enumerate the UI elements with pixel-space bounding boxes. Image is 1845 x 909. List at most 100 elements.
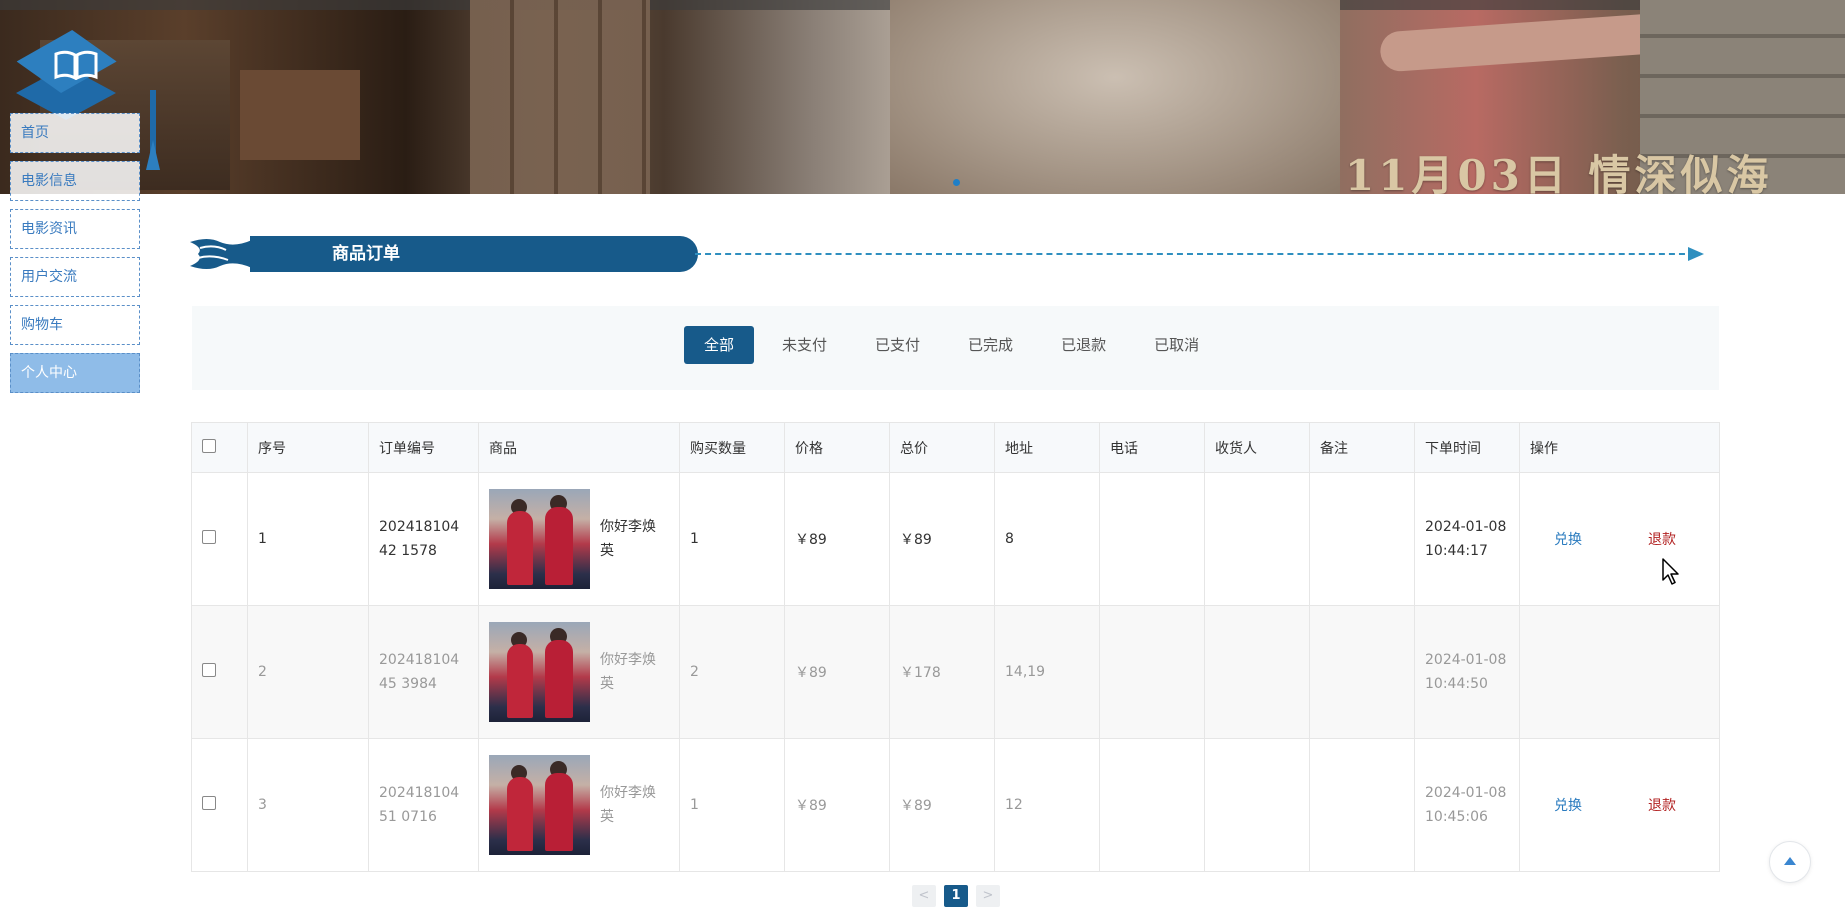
redeem-button[interactable]: 兑换 (1554, 529, 1582, 549)
redeem-button[interactable]: 兑换 (1554, 795, 1582, 815)
cell-qty: 1 (679, 472, 785, 606)
orders-table: 序号 订单编号 商品 购买数量 价格 总价 地址 电话 收货人 备注 下单时间 … (191, 422, 1720, 872)
tab-cancelled[interactable]: 已取消 (1134, 326, 1219, 364)
nav-item-movie-news[interactable]: 电影资讯 (10, 209, 140, 249)
table-row: 3 20241810451 0716 你好李焕英 1 ￥89 ￥89 12 20… (191, 738, 1720, 872)
pagination: < 1 > (912, 885, 1000, 907)
nav-item-cart[interactable]: 购物车 (10, 305, 140, 345)
header-price: 价格 (784, 422, 890, 473)
nav-item-movie-info[interactable]: 电影信息 (10, 161, 140, 201)
cell-product: 你好李焕英 (478, 472, 680, 606)
header-time: 下单时间 (1414, 422, 1520, 473)
cell-time: 2024-01-08 10:44:50 (1414, 605, 1520, 739)
nav-item-home[interactable]: 首页 (10, 113, 140, 153)
page-button-current[interactable]: 1 (944, 885, 968, 907)
product-thumbnail[interactable] (489, 755, 590, 855)
arrow-up-icon (1784, 857, 1796, 865)
cell-price: ￥89 (784, 472, 890, 606)
cell-product: 你好李焕英 (478, 738, 680, 872)
product-name: 你好李焕英 (600, 519, 656, 559)
cell-actions (1519, 605, 1720, 739)
product-thumbnail[interactable] (489, 489, 590, 589)
header-receiver: 收货人 (1204, 422, 1310, 473)
row-checkbox[interactable] (202, 663, 216, 677)
cell-receiver (1204, 738, 1310, 872)
cell-address: 8 (994, 472, 1100, 606)
cell-index: 1 (247, 472, 369, 606)
cell-price: ￥89 (784, 738, 890, 872)
cell-time: 2024-01-08 10:44:17 (1414, 472, 1520, 606)
sidebar-nav: 首页 电影信息 电影资讯 用户交流 购物车 个人中心 (10, 113, 140, 401)
nav-item-user-forum[interactable]: 用户交流 (10, 257, 140, 297)
prev-page-button[interactable]: < (912, 885, 936, 907)
cell-price: ￥89 (784, 605, 890, 739)
header-note: 备注 (1309, 422, 1415, 473)
tab-refunded[interactable]: 已退款 (1041, 326, 1126, 364)
refund-button[interactable]: 退款 (1648, 529, 1676, 549)
cell-address: 12 (994, 738, 1100, 872)
cell-phone (1099, 472, 1205, 606)
table-row: 1 20241810442 1578 你好李焕英 1 ￥89 ￥89 8 202… (191, 472, 1720, 606)
cell-phone (1099, 605, 1205, 739)
cell-actions: 兑换 退款 (1519, 738, 1720, 872)
select-all-cell (191, 422, 248, 473)
row-checkbox[interactable] (202, 796, 216, 810)
hero-banner: 11月03日 情深似海 (0, 0, 1845, 194)
cell-order-no: 20241810451 0716 (368, 738, 479, 872)
cell-address: 14,19 (994, 605, 1100, 739)
mouse-cursor-icon (1662, 558, 1679, 585)
order-status-tabs: 全部 未支付 已支付 已完成 已退款 已取消 (192, 306, 1719, 390)
cell-receiver (1204, 472, 1310, 606)
carousel-dot[interactable] (953, 179, 960, 186)
header-qty: 购买数量 (679, 422, 785, 473)
banner-door (470, 0, 650, 194)
banner-box (240, 70, 360, 160)
product-thumbnail[interactable] (489, 622, 590, 722)
cell-product: 你好李焕英 (478, 605, 680, 739)
tab-completed[interactable]: 已完成 (948, 326, 1033, 364)
header-address: 地址 (994, 422, 1100, 473)
select-all-checkbox[interactable] (202, 438, 216, 453)
cell-time: 2024-01-08 10:45:06 (1414, 738, 1520, 872)
cell-phone (1099, 738, 1205, 872)
page-title: 商品订单 (250, 236, 698, 272)
cell-qty: 2 (679, 605, 785, 739)
product-name: 你好李焕英 (600, 652, 656, 692)
row-select-cell (191, 472, 248, 606)
header-actions: 操作 (1519, 422, 1720, 473)
header-product: 商品 (478, 422, 680, 473)
cell-index: 2 (247, 605, 369, 739)
cell-actions: 兑换 退款 (1519, 472, 1720, 606)
book-icon (54, 50, 98, 80)
cell-note (1309, 738, 1415, 872)
next-page-button[interactable]: > (976, 885, 1000, 907)
tab-paid[interactable]: 已支付 (855, 326, 940, 364)
row-select-cell (191, 738, 248, 872)
back-to-top-button[interactable] (1769, 841, 1811, 883)
tab-all[interactable]: 全部 (684, 326, 755, 364)
table-header-row: 序号 订单编号 商品 购买数量 价格 总价 地址 电话 收货人 备注 下单时间 … (191, 422, 1720, 473)
cell-note (1309, 472, 1415, 606)
cell-total: ￥89 (889, 738, 995, 872)
banner-person (890, 0, 1340, 194)
row-select-cell (191, 605, 248, 739)
row-checkbox[interactable] (202, 530, 216, 544)
title-dashed-line (695, 253, 1695, 255)
cell-qty: 1 (679, 738, 785, 872)
header-phone: 电话 (1099, 422, 1205, 473)
banner-caption: 11月03日 情深似海 (1345, 151, 1773, 194)
nav-item-personal-center[interactable]: 个人中心 (10, 353, 140, 393)
header-index: 序号 (247, 422, 369, 473)
header-total: 总价 (889, 422, 995, 473)
refund-button[interactable]: 退款 (1648, 795, 1676, 815)
header-order-no: 订单编号 (368, 422, 479, 473)
orders-table-wrapper: 序号 订单编号 商品 购买数量 价格 总价 地址 电话 收货人 备注 下单时间 … (191, 422, 1720, 872)
table-row: 2 20241810445 3984 你好李焕英 2 ￥89 ￥178 14,1… (191, 605, 1720, 739)
cell-note (1309, 605, 1415, 739)
tab-unpaid[interactable]: 未支付 (762, 326, 847, 364)
cell-total: ￥89 (889, 472, 995, 606)
cell-total: ￥178 (889, 605, 995, 739)
cell-index: 3 (247, 738, 369, 872)
section-header: 商品订单 (190, 234, 1710, 278)
product-name: 你好李焕英 (600, 785, 656, 825)
